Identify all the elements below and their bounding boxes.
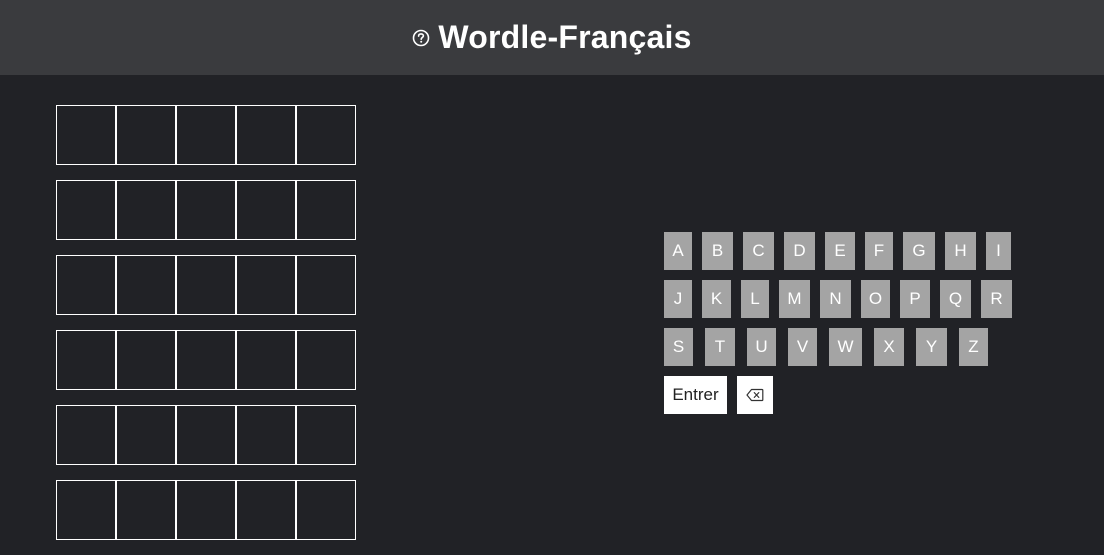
key-o[interactable]: O [861, 280, 890, 318]
grid-cell [56, 330, 116, 390]
grid-cell [176, 480, 236, 540]
grid-cell [236, 105, 296, 165]
grid-cell [236, 480, 296, 540]
grid-cell [116, 180, 176, 240]
grid-cell [116, 330, 176, 390]
key-y[interactable]: Y [916, 328, 947, 366]
grid-cell [116, 255, 176, 315]
key-n[interactable]: N [820, 280, 851, 318]
grid-cell [56, 105, 116, 165]
header-content: Wordle-Français [412, 19, 691, 56]
key-u[interactable]: U [747, 328, 776, 366]
grid-cell [236, 255, 296, 315]
grid-cell [236, 405, 296, 465]
key-v[interactable]: V [788, 328, 817, 366]
grid-cell [296, 255, 356, 315]
grid-cell [176, 255, 236, 315]
backspace-icon [746, 388, 764, 402]
key-j[interactable]: J [664, 280, 692, 318]
key-b[interactable]: B [702, 232, 733, 270]
grid-cell [176, 105, 236, 165]
grid-cell [176, 180, 236, 240]
grid-cell [296, 405, 356, 465]
grid-cell [116, 105, 176, 165]
letter-grid [56, 105, 356, 555]
grid-cell [296, 330, 356, 390]
backspace-key[interactable] [737, 376, 773, 414]
key-f[interactable]: F [865, 232, 893, 270]
grid-cell [236, 330, 296, 390]
keyboard-row-4: Entrer [664, 376, 1022, 414]
grid-cell [56, 405, 116, 465]
enter-key[interactable]: Entrer [664, 376, 727, 414]
key-s[interactable]: S [664, 328, 693, 366]
key-l[interactable]: L [741, 280, 769, 318]
grid-row [56, 405, 356, 465]
key-a[interactable]: A [664, 232, 692, 270]
key-c[interactable]: C [743, 232, 774, 270]
grid-cell [236, 180, 296, 240]
grid-cell [56, 480, 116, 540]
grid-row [56, 480, 356, 540]
keyboard-row-1: ABCDEFGHI [664, 232, 1022, 270]
grid-cell [296, 105, 356, 165]
key-z[interactable]: Z [959, 328, 988, 366]
key-k[interactable]: K [702, 280, 731, 318]
grid-cell [176, 405, 236, 465]
question-circle-icon[interactable] [412, 29, 430, 47]
grid-cell [56, 255, 116, 315]
grid-cell [296, 180, 356, 240]
page-title: Wordle-Français [438, 19, 692, 55]
grid-row [56, 180, 356, 240]
key-i[interactable]: I [986, 232, 1011, 270]
keyboard: ABCDEFGHI JKLMNOPQR STUVWXYZ Entrer [664, 232, 1022, 424]
key-x[interactable]: X [874, 328, 904, 366]
grid-row [56, 255, 356, 315]
key-p[interactable]: P [900, 280, 930, 318]
grid-cell [176, 330, 236, 390]
grid-cell [116, 405, 176, 465]
grid-row [56, 330, 356, 390]
key-e[interactable]: E [825, 232, 855, 270]
key-d[interactable]: D [784, 232, 815, 270]
key-g[interactable]: G [903, 232, 935, 270]
keyboard-row-2: JKLMNOPQR [664, 280, 1022, 318]
key-h[interactable]: H [945, 232, 976, 270]
grid-cell [296, 480, 356, 540]
key-w[interactable]: W [829, 328, 862, 366]
key-t[interactable]: T [705, 328, 735, 366]
grid-row [56, 105, 356, 165]
key-q[interactable]: Q [940, 280, 971, 318]
grid-cell [56, 180, 116, 240]
key-r[interactable]: R [981, 280, 1012, 318]
keyboard-row-3: STUVWXYZ [664, 328, 1022, 366]
header: Wordle-Français [0, 0, 1104, 75]
key-m[interactable]: M [779, 280, 810, 318]
grid-cell [116, 480, 176, 540]
